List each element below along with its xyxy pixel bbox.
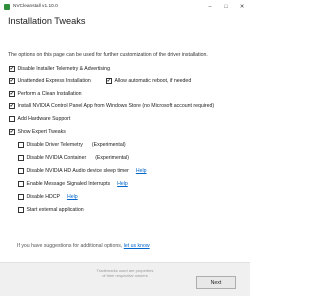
page-title: Installation Tweaks: [8, 16, 86, 26]
next-button[interactable]: Next: [196, 276, 236, 289]
option-add-hardware-support[interactable]: Add Hardware Support: [9, 116, 70, 122]
option-show-expert-tweaks[interactable]: Show Expert Tweaks: [9, 129, 66, 135]
option-perform-clean-installation[interactable]: Perform a Clean Installation: [9, 91, 82, 97]
option-label: Enable Message Signaled Interrupts: [26, 181, 111, 187]
expert-start-external-application[interactable]: Start external application: [18, 207, 84, 213]
option-label: Disable HDCP: [26, 194, 60, 200]
option-label: Add Hardware Support: [17, 116, 71, 122]
window-controls: – □ ✕: [202, 0, 250, 13]
checkbox[interactable]: [18, 194, 24, 200]
expert-disable-driver-telemetry[interactable]: Disable Driver Telemetry (Experimental): [18, 142, 126, 148]
option-label: Start external application: [26, 207, 84, 213]
option-label: Unattended Express Installation: [17, 78, 91, 84]
option-label: Disable Driver Telemetry: [26, 142, 83, 148]
window-title: NVCleanstall v1.10.0: [13, 4, 58, 9]
checkbox[interactable]: [9, 91, 15, 97]
suggestions-text: If you have suggestions for additional o…: [17, 243, 123, 249]
checkbox[interactable]: [9, 66, 15, 72]
checkbox[interactable]: [9, 78, 15, 84]
suggestions-note: If you have suggestions for additional o…: [17, 243, 150, 249]
checkbox[interactable]: [18, 168, 24, 174]
expert-enable-msi[interactable]: Enable Message Signaled Interrupts Help: [18, 181, 128, 187]
option-allow-automatic-reboot[interactable]: Allow automatic reboot, if needed: [106, 78, 191, 84]
help-link[interactable]: Help: [117, 181, 128, 187]
let-us-know-link[interactable]: let us know: [124, 243, 150, 249]
option-label: Install NVIDIA Control Panel App from Wi…: [17, 103, 215, 109]
checkbox[interactable]: [18, 207, 24, 213]
expert-disable-nvidia-container[interactable]: Disable NVIDIA Container (Experimental): [18, 155, 129, 161]
checkbox[interactable]: [18, 181, 24, 187]
checkbox[interactable]: [18, 142, 24, 148]
option-label: Allow automatic reboot, if needed: [114, 78, 192, 84]
checkbox[interactable]: [18, 155, 24, 161]
nvcleanstall-app-icon: [4, 3, 10, 10]
checkbox[interactable]: [9, 103, 15, 109]
experimental-note: (Experimental): [91, 142, 126, 148]
maximize-icon[interactable]: □: [218, 0, 234, 13]
option-unattended-express-installation[interactable]: Unattended Express Installation: [9, 78, 91, 84]
title-bar: NVCleanstall v1.10.0 – □ ✕: [0, 0, 250, 13]
checkbox[interactable]: [9, 129, 15, 135]
option-install-control-panel-app[interactable]: Install NVIDIA Control Panel App from Wi…: [9, 103, 214, 109]
option-label: Show Expert Tweaks: [17, 129, 66, 135]
option-label: Perform a Clean Installation: [17, 91, 82, 97]
checkbox[interactable]: [9, 116, 15, 122]
minimize-icon[interactable]: –: [202, 0, 218, 13]
option-label: Disable NVIDIA HD Audio device sleep tim…: [26, 168, 129, 174]
option-label: Disable Installer Telemetry & Advertisin…: [17, 66, 110, 72]
help-link[interactable]: Help: [136, 168, 147, 174]
intro-text: The options on this page can be used for…: [8, 52, 208, 58]
help-link[interactable]: Help: [67, 194, 78, 200]
expert-disable-hdcp[interactable]: Disable HDCP Help: [18, 194, 78, 200]
checkbox[interactable]: [106, 78, 112, 84]
option-disable-installer-telemetry[interactable]: Disable Installer Telemetry & Advertisin…: [9, 66, 110, 72]
expert-disable-hd-audio-sleep-timer[interactable]: Disable NVIDIA HD Audio device sleep tim…: [18, 168, 147, 174]
experimental-note: (Experimental): [95, 155, 129, 161]
close-icon[interactable]: ✕: [234, 0, 250, 13]
option-label: Disable NVIDIA Container: [26, 155, 87, 161]
